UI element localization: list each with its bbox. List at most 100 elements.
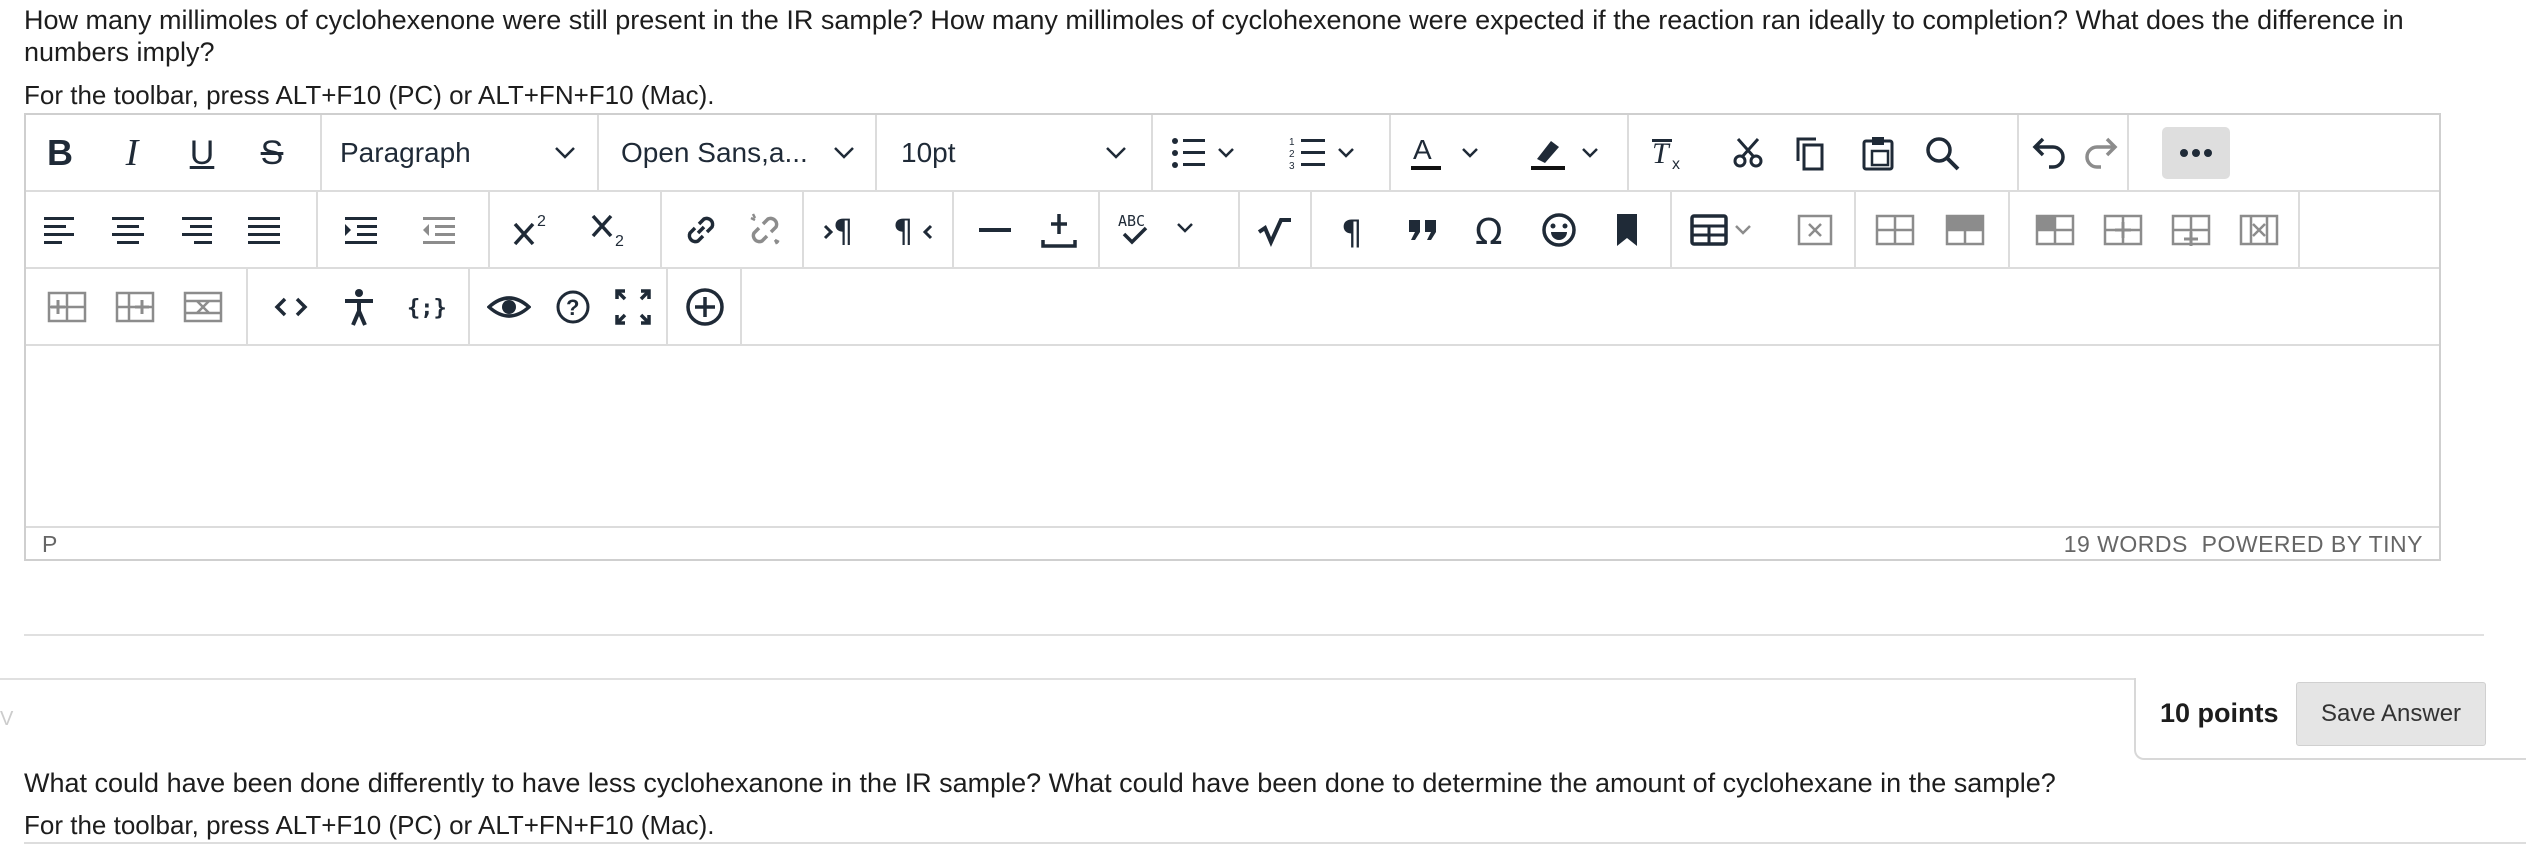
- bullet-list-icon[interactable]: [1169, 127, 1239, 179]
- copy-icon[interactable]: [1787, 127, 1833, 179]
- question-1-text: How many millimoles of cyclohexenone wer…: [24, 5, 2404, 67]
- clear-formatting-icon[interactable]: Tx: [1643, 127, 1693, 179]
- align-right-icon[interactable]: [174, 204, 218, 256]
- word-count[interactable]: 19 WORDS: [2064, 531, 2188, 557]
- row-cell-group: [1856, 192, 2010, 267]
- svg-text:¶: ¶: [893, 212, 913, 250]
- align-left-icon[interactable]: [38, 204, 82, 256]
- template-icon[interactable]: {;}: [400, 281, 450, 333]
- align-center-icon[interactable]: [106, 204, 150, 256]
- search-icon[interactable]: [1919, 127, 1965, 179]
- question-2-header: 10 points Save Answer: [2134, 678, 2526, 760]
- insert-col-icon[interactable]: [2166, 204, 2216, 256]
- blockquote-icon[interactable]: [1398, 204, 1448, 256]
- row-col-group: [2010, 192, 2300, 267]
- toolbar-row-2: 2 2 ¶ ¶ ABC ¶ Ω: [26, 192, 2439, 269]
- more-icon[interactable]: [2162, 127, 2230, 179]
- redo-icon[interactable]: [2079, 127, 2123, 179]
- edit-group: Tx: [1629, 115, 2019, 190]
- svg-text:x: x: [1672, 156, 1680, 173]
- indent-group: [318, 192, 490, 267]
- fullscreen-icon[interactable]: [608, 281, 658, 333]
- svg-text:2: 2: [1289, 149, 1295, 160]
- indent-icon[interactable]: [336, 204, 386, 256]
- horizontal-rule-icon[interactable]: [972, 204, 1018, 256]
- divider: [24, 842, 2526, 844]
- delete-table-icon[interactable]: [1792, 204, 1838, 256]
- chevron-down-icon: [554, 127, 576, 179]
- outdent-icon[interactable]: [414, 204, 464, 256]
- table-group: [1672, 192, 1856, 267]
- accessibility-icon[interactable]: [334, 281, 384, 333]
- emoji-icon[interactable]: [1534, 204, 1584, 256]
- svg-text:A: A: [1413, 134, 1432, 165]
- underline-icon[interactable]: U: [182, 127, 222, 179]
- insert-col-before-icon[interactable]: [42, 281, 92, 333]
- add-group: [668, 269, 742, 344]
- toolbar-row-1: B I U S Paragraph Open Sans,a... 10pt 12…: [26, 115, 2439, 192]
- show-blocks-icon[interactable]: ¶: [1330, 204, 1380, 256]
- element-path[interactable]: P: [42, 531, 57, 558]
- font-size-dropdown[interactable]: 10pt: [877, 115, 1153, 190]
- special-char-icon[interactable]: Ω: [1466, 204, 1516, 256]
- color-group: A: [1391, 115, 1629, 190]
- undo-icon[interactable]: [2027, 127, 2071, 179]
- direction-group: ¶ ¶: [804, 192, 954, 267]
- spellcheck-group[interactable]: ABC: [1100, 192, 1240, 267]
- row-props-icon[interactable]: [1870, 204, 1920, 256]
- paste-icon[interactable]: [1855, 127, 1901, 179]
- math-icon[interactable]: [1252, 204, 1298, 256]
- highlight-icon[interactable]: [1529, 127, 1609, 179]
- insert-row-after-icon[interactable]: [2098, 204, 2148, 256]
- svg-text:2: 2: [615, 233, 624, 250]
- powered-by-link[interactable]: POWERED BY TINY: [2202, 531, 2423, 557]
- svg-text:?: ?: [566, 295, 579, 320]
- unlink-icon[interactable]: [740, 204, 790, 256]
- svg-text:{;}: {;}: [407, 296, 445, 321]
- link-group: [662, 192, 804, 267]
- chevron-down-icon: [833, 127, 855, 179]
- history-group: [2019, 115, 2129, 190]
- font-family-value: Open Sans,a...: [621, 137, 808, 168]
- text-color-icon[interactable]: A: [1409, 127, 1489, 179]
- add-icon[interactable]: [680, 281, 730, 333]
- superscript-icon[interactable]: 2: [508, 204, 558, 256]
- justify-icon[interactable]: [242, 204, 286, 256]
- help-icon[interactable]: ?: [548, 281, 598, 333]
- insert-row-before-icon[interactable]: [2030, 204, 2080, 256]
- insert-icon[interactable]: [1036, 204, 1082, 256]
- question-2-text: What could have been done differently to…: [24, 768, 2056, 798]
- table-icon[interactable]: [1688, 204, 1768, 256]
- toolbar-hint: For the toolbar, press ALT+F10 (PC) or A…: [24, 810, 715, 840]
- strikethrough-icon[interactable]: S: [252, 127, 292, 179]
- chevron-down-icon: [1105, 127, 1127, 179]
- italic-icon[interactable]: I: [112, 127, 152, 179]
- insert-col-after-icon[interactable]: [110, 281, 160, 333]
- view-group: ?: [470, 269, 668, 344]
- link-icon[interactable]: [676, 204, 726, 256]
- math-group: [1240, 192, 1312, 267]
- col-group: [26, 269, 248, 344]
- divider: [0, 678, 2134, 680]
- subscript-icon[interactable]: 2: [586, 204, 636, 256]
- delete-row-icon[interactable]: [178, 281, 228, 333]
- cut-icon[interactable]: [1725, 127, 1771, 179]
- spellcheck-icon[interactable]: ABC: [1114, 204, 1214, 256]
- delete-col-icon[interactable]: [2234, 204, 2284, 256]
- insert-group: [954, 192, 1100, 267]
- cell-props-icon[interactable]: [1940, 204, 1990, 256]
- code-icon[interactable]: [266, 281, 316, 333]
- rtl-icon[interactable]: ¶: [886, 204, 940, 256]
- bookmark-icon[interactable]: [1602, 204, 1652, 256]
- block-format-dropdown[interactable]: Paragraph: [322, 115, 599, 190]
- font-family-dropdown[interactable]: Open Sans,a...: [599, 115, 877, 190]
- statusbar-right: 19 WORDS POWERED BY TINY: [2064, 531, 2423, 558]
- bold-icon[interactable]: B: [40, 127, 80, 179]
- ltr-icon[interactable]: ¶: [818, 204, 872, 256]
- editor-content-area[interactable]: [26, 346, 2439, 526]
- svg-text:¶: ¶: [833, 212, 853, 250]
- save-answer-button[interactable]: Save Answer: [2296, 682, 2486, 746]
- preview-icon[interactable]: [484, 281, 534, 333]
- toolbar-row-3: {;} ?: [26, 269, 2439, 346]
- numbered-list-icon[interactable]: 123: [1289, 127, 1359, 179]
